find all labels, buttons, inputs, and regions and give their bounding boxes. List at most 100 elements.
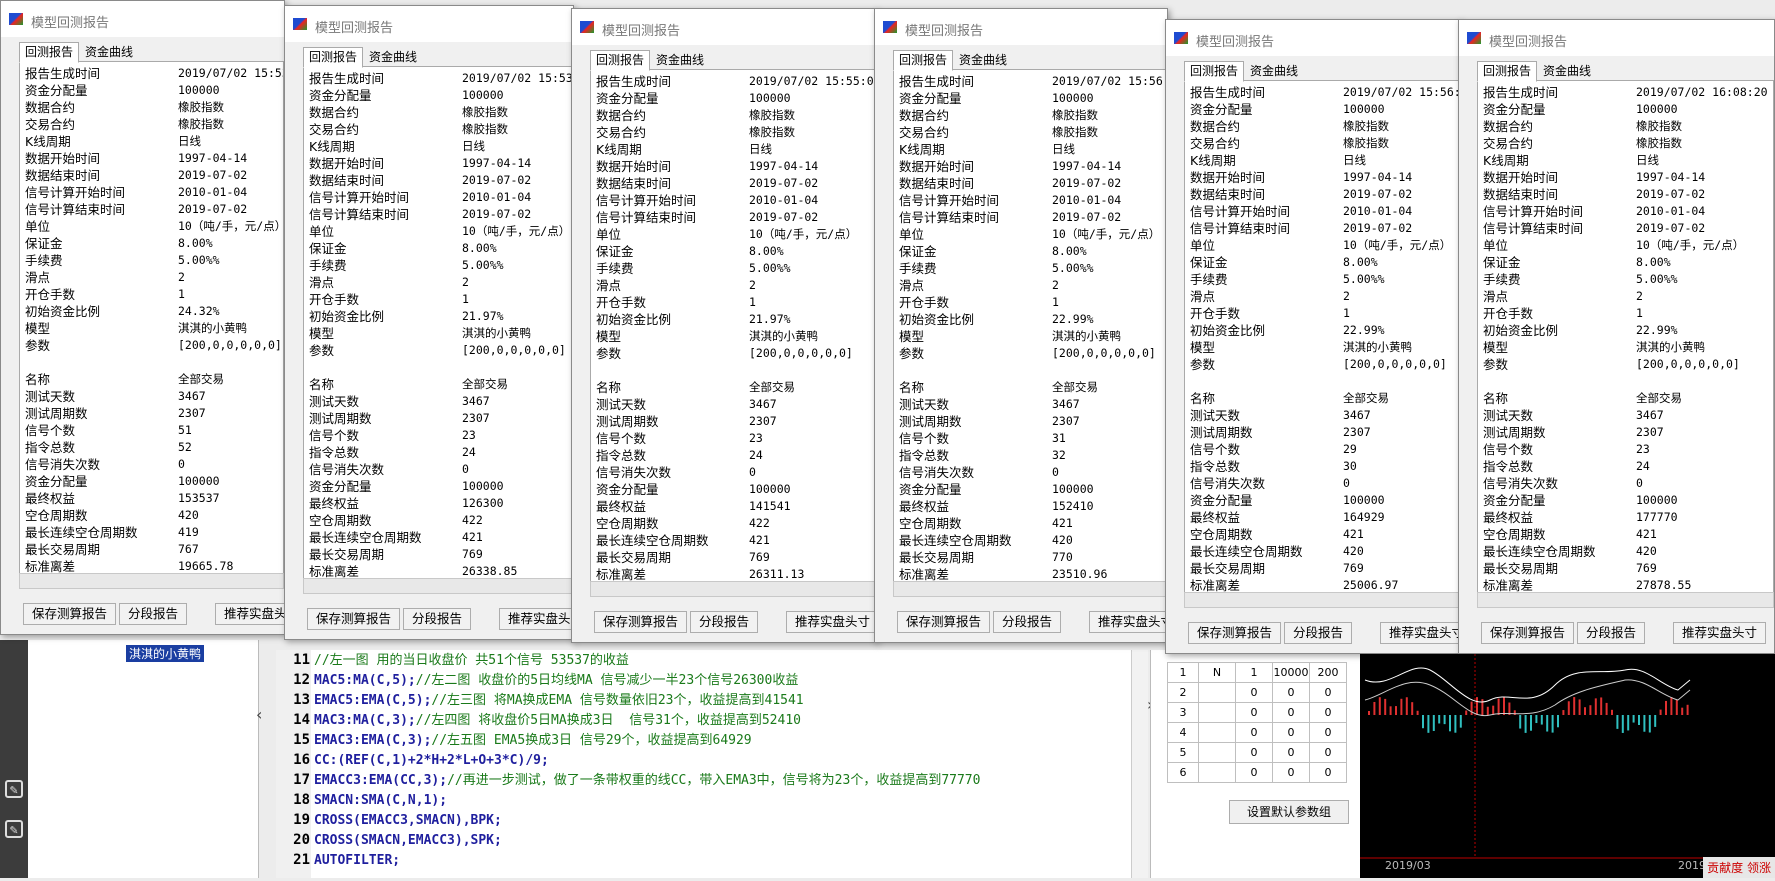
report-window-2[interactable]: 模型回测报告 回测报告资金曲线 报告生成时间 2019/07/02 15:53:… — [284, 5, 574, 640]
edit-icon[interactable]: ✎ — [5, 820, 23, 838]
param-cell[interactable]: N — [1198, 662, 1236, 683]
param-cell[interactable]: 0 — [1272, 742, 1310, 763]
segment-report-button[interactable]: 分段报告 — [690, 611, 759, 633]
recommend-position-button[interactable]: 推荐实盘头寸 — [1089, 611, 1167, 633]
recommend-position-button[interactable]: 推荐实盘头寸 — [215, 603, 284, 625]
report-hscrollbar[interactable] — [1477, 592, 1774, 608]
param-cell[interactable]: 0 — [1309, 722, 1347, 743]
param-cell[interactable] — [1198, 702, 1236, 723]
tab-equity-curve[interactable]: 资金曲线 — [1537, 61, 1597, 82]
param-cell[interactable]: 0 — [1272, 682, 1310, 703]
param-cell[interactable] — [1198, 762, 1236, 783]
recommend-position-button[interactable]: 推荐实盘头寸 — [1380, 622, 1460, 644]
tab-backtest-report[interactable]: 回测报告 — [590, 50, 651, 71]
window-titlebar[interactable]: 模型回测报告 — [572, 9, 876, 45]
report-value: 100000 — [462, 479, 504, 493]
param-cell[interactable]: 0 — [1309, 762, 1347, 783]
param-cell[interactable]: 0 — [1235, 702, 1273, 723]
tab-equity-curve[interactable]: 资金曲线 — [1244, 61, 1304, 82]
param-row[interactable]: 4000 — [1167, 722, 1347, 743]
code-line[interactable]: 16 CC:(REF(C,1)+2*H+2*L+O+3*C)/9; — [276, 750, 549, 770]
param-cell[interactable]: 0 — [1235, 682, 1273, 703]
code-line[interactable]: 18 SMACN:SMA(C,N,1); — [276, 790, 447, 810]
param-cell[interactable]: 0 — [1235, 742, 1273, 763]
code-line[interactable]: 15 EMAC3:EMA(C,3);//左五图 EMA5换成3日 信号29个，收益… — [276, 730, 752, 750]
code-line[interactable]: 12 MAC5:MA(C,5);//左二图 收盘价的5日均线MA 信号减少一半23… — [276, 670, 798, 690]
kline-chart[interactable]: 2019/03 2019/0 贡献度 领涨 — [1360, 650, 1775, 878]
report-hscrollbar[interactable] — [893, 581, 1167, 597]
report-hscrollbar[interactable] — [1184, 592, 1460, 608]
tab-backtest-report[interactable]: 回测报告 — [893, 50, 954, 71]
set-default-params-button[interactable]: 设置默认参数组 — [1229, 800, 1349, 824]
segment-report-button[interactable]: 分段报告 — [403, 608, 472, 630]
segment-report-button[interactable]: 分段报告 — [119, 603, 188, 625]
report-window-3[interactable]: 模型回测报告 回测报告 资金曲线 报告生成时间 2019/07/02 15:55:… — [571, 8, 877, 643]
tab-backtest-report[interactable]: 回测报告 — [1477, 61, 1538, 82]
window-titlebar[interactable]: 模型回测报告 — [1166, 20, 1460, 56]
tab-equity-curve[interactable]: 资金曲线 — [363, 47, 423, 68]
param-cell[interactable]: 0 — [1235, 762, 1273, 783]
param-cell[interactable]: 0 — [1309, 682, 1347, 703]
param-cell[interactable]: 1 — [1235, 662, 1273, 683]
macd-bar — [1611, 709, 1613, 715]
segment-report-button[interactable]: 分段报告 — [993, 611, 1062, 633]
tab-backtest-report[interactable]: 回测报告 — [303, 47, 364, 68]
param-cell[interactable] — [1198, 742, 1236, 763]
window-titlebar[interactable]: 模型回测报告 — [1, 1, 284, 37]
param-row[interactable]: 6000 — [1167, 762, 1347, 783]
tab-equity-curve[interactable]: 资金曲线 — [953, 50, 1013, 71]
param-cell[interactable]: 0 — [1272, 762, 1310, 783]
segment-report-button[interactable]: 分段报告 — [1284, 622, 1353, 644]
report-icon[interactable]: ✎ — [5, 780, 23, 798]
param-row[interactable]: 3000 — [1167, 702, 1347, 723]
tab-equity-curve[interactable]: 资金曲线 — [79, 42, 139, 63]
window-titlebar[interactable]: 模型回测报告 — [285, 6, 573, 42]
recommend-position-button[interactable]: 推荐实盘头寸 — [1673, 622, 1767, 644]
recommend-position-button[interactable]: 推荐实盘头寸 — [499, 608, 573, 630]
recommend-position-button[interactable]: 推荐实盘头寸 — [786, 611, 876, 633]
tab-backtest-report[interactable]: 回测报告 — [1184, 61, 1245, 82]
code-line[interactable]: 11 //左一图 用的当日收盘价 共51个信号 53537的收益 — [276, 650, 629, 670]
report-hscrollbar[interactable] — [19, 573, 284, 589]
code-line[interactable]: 20 CROSS(SMACN,EMACC3),SPK; — [276, 830, 502, 850]
param-row[interactable]: 1 N 1 10000 200 — [1167, 662, 1347, 683]
kline-bottom-tabs[interactable]: 贡献度 领涨 — [1703, 857, 1775, 878]
window-titlebar[interactable]: 模型回测报告 — [875, 9, 1167, 45]
save-report-button[interactable]: 保存测算报告 — [23, 603, 117, 625]
report-window-5[interactable]: 模型回测报告 回测报告 资金曲线 报告生成时间 2019/07/02 15:56:… — [1165, 19, 1461, 654]
save-report-button[interactable]: 保存测算报告 — [897, 611, 991, 633]
report-window-6[interactable]: 模型回测报告 回测报告 资金曲线 报告生成时间 2019/07/02 16:08:… — [1458, 19, 1775, 654]
save-report-button[interactable]: 保存测算报告 — [1188, 622, 1282, 644]
param-cell[interactable] — [1198, 722, 1236, 743]
param-cell[interactable]: 0 — [1235, 722, 1273, 743]
param-cell[interactable]: 0 — [1272, 702, 1310, 723]
save-report-button[interactable]: 保存测算报告 — [1481, 622, 1575, 644]
param-cell[interactable]: 0 — [1309, 702, 1347, 723]
report-window-1[interactable]: 模型回测报告 回测报告资金曲线 报告生成时间 2019/07/02 15:53:… — [0, 0, 285, 635]
report-window-4[interactable]: 模型回测报告 回测报告资金曲线 报告生成时间 2019/07/02 15:56:… — [874, 8, 1168, 643]
editor-scrollbar[interactable] — [1131, 650, 1148, 878]
tab-backtest-report[interactable]: 回测报告 — [19, 42, 80, 63]
code-line[interactable]: 13 EMAC5:EMA(C,5);//左三图 将MA换成EMA 信号数量依旧23… — [276, 690, 804, 710]
collapse-left-icon[interactable]: ‹ — [256, 705, 262, 724]
save-report-button[interactable]: 保存测算报告 — [307, 608, 401, 630]
tree-item-model[interactable]: 淇淇的小黄鸭 — [126, 645, 205, 662]
code-editor[interactable]: 11 //左一图 用的当日收盘价 共51个信号 53537的收益 12 MAC5:MA… — [276, 650, 1131, 878]
code-line[interactable]: 21 AUTOFILTER; — [276, 850, 400, 870]
tab-equity-curve[interactable]: 资金曲线 — [650, 50, 710, 71]
code-line[interactable]: 14 MAC3:MA(C,3);//左四图 将收盘价5日MA换成3日 信号31个，… — [276, 710, 801, 730]
param-row[interactable]: 2000 — [1167, 682, 1347, 703]
save-report-button[interactable]: 保存测算报告 — [594, 611, 688, 633]
segment-report-button[interactable]: 分段报告 — [1577, 622, 1646, 644]
param-cell[interactable]: 0 — [1272, 722, 1310, 743]
param-cell[interactable]: 200 — [1309, 662, 1347, 683]
window-titlebar[interactable]: 模型回测报告 — [1459, 20, 1774, 56]
code-line[interactable]: 17 EMACC3:EMA(CC,3);//再进一步测试，做了一条带权重的线CC，… — [276, 770, 980, 790]
param-cell[interactable] — [1198, 682, 1236, 703]
code-line[interactable]: 19 CROSS(EMACC3,SMACN),BPK; — [276, 810, 502, 830]
param-row[interactable]: 5000 — [1167, 742, 1347, 763]
param-cell[interactable]: 10000 — [1272, 662, 1310, 683]
param-cell[interactable]: 0 — [1309, 742, 1347, 763]
report-hscrollbar[interactable] — [590, 581, 876, 597]
report-hscrollbar[interactable] — [303, 578, 573, 594]
